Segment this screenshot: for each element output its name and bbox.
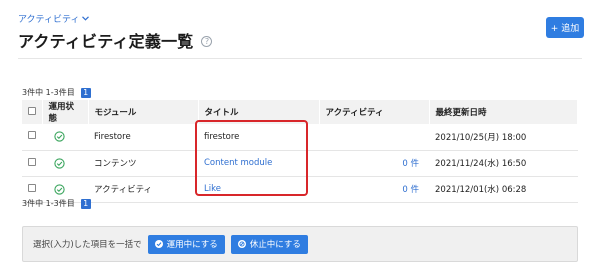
- select-all-checkbox[interactable]: [28, 106, 36, 115]
- table-row[interactable]: Firestore firestore 2021/10/25(月) 18:00: [22, 124, 578, 151]
- updated-cell: 2021/11/24(水) 16:50: [429, 150, 578, 177]
- table-row[interactable]: コンテンツ Content module 0 件 2021/11/24(水) 1…: [22, 150, 578, 177]
- column-header-title[interactable]: タイトル: [198, 100, 320, 124]
- activity-table: 運用状態 モジュール タイトル アクティビティ 最終更新日時 Firestore…: [22, 100, 578, 203]
- status-cell: [42, 124, 88, 151]
- page-number-button[interactable]: 1: [80, 198, 91, 209]
- help-icon[interactable]: ?: [201, 36, 213, 47]
- table-row[interactable]: アクティビティ Like 0 件 2021/12/01(水) 06:28: [22, 176, 578, 203]
- module-cell: アクティビティ: [88, 176, 198, 203]
- module-cell: Firestore: [88, 124, 198, 151]
- block-icon: [237, 240, 246, 248]
- divider: [18, 58, 582, 59]
- activate-button-label: 運用中にする: [166, 240, 218, 250]
- column-header-status[interactable]: 運用状態: [42, 100, 89, 124]
- status-cell: [42, 150, 88, 177]
- activate-button[interactable]: 運用中にする: [147, 234, 225, 254]
- check-circle-icon: [54, 157, 65, 169]
- module-cell: コンテンツ: [88, 150, 198, 177]
- header-checkbox-cell: [22, 100, 43, 124]
- breadcrumb[interactable]: アクティビティ: [18, 12, 90, 25]
- pagination-top: 3件中 1-3件目 1: [22, 87, 91, 98]
- activity-count-cell: [319, 124, 429, 151]
- column-header-updated[interactable]: 最終更新日時: [429, 100, 578, 124]
- title-link[interactable]: Content module: [198, 150, 319, 177]
- title-link[interactable]: Like: [198, 176, 319, 203]
- updated-cell: 2021/12/01(水) 06:28: [429, 176, 578, 203]
- chevron-down-icon: [82, 16, 90, 21]
- bulk-action-panel: 選択(入力)した項目を一括で 運用中にする 休止中にする: [22, 226, 578, 262]
- updated-cell: 2021/10/25(月) 18:00: [429, 124, 578, 151]
- breadcrumb-label[interactable]: アクティビティ: [18, 12, 79, 25]
- column-header-activity[interactable]: アクティビティ: [319, 100, 430, 124]
- table-header-row: 運用状態 モジュール タイトル アクティビティ 最終更新日時: [22, 100, 578, 124]
- suspend-button[interactable]: 休止中にする: [230, 234, 308, 254]
- activity-count-link[interactable]: 0 件: [319, 150, 429, 177]
- pagination-summary: 3件中 1-3件目: [22, 88, 75, 97]
- row-checkbox[interactable]: [28, 131, 36, 140]
- suspend-button-label: 休止中にする: [249, 240, 301, 250]
- check-circle-icon: [154, 240, 163, 248]
- row-checkbox-cell: [22, 150, 42, 177]
- row-checkbox-cell: [22, 124, 42, 151]
- row-checkbox[interactable]: [28, 157, 36, 166]
- row-checkbox[interactable]: [28, 183, 36, 192]
- check-circle-icon: [54, 183, 65, 195]
- page-title: アクティビティ定義一覧: [18, 32, 194, 51]
- add-button[interactable]: + 追加: [546, 17, 584, 38]
- bulk-action-prompt: 選択(入力)した項目を一括で: [33, 240, 142, 250]
- pagination-summary: 3件中 1-3件目: [22, 199, 75, 208]
- page: アクティビティ アクティビティ定義一覧 ? + 追加 3件中 1-3件目 1 運…: [0, 0, 600, 278]
- column-header-module[interactable]: モジュール: [88, 100, 199, 124]
- title-cell: firestore: [198, 124, 319, 151]
- pagination-bottom: 3件中 1-3件目 1: [22, 198, 91, 209]
- check-circle-icon: [54, 131, 65, 142]
- page-number-button[interactable]: 1: [80, 87, 91, 98]
- activity-count-link[interactable]: 0 件: [319, 176, 429, 203]
- title-row: アクティビティ定義一覧 ?: [18, 28, 213, 52]
